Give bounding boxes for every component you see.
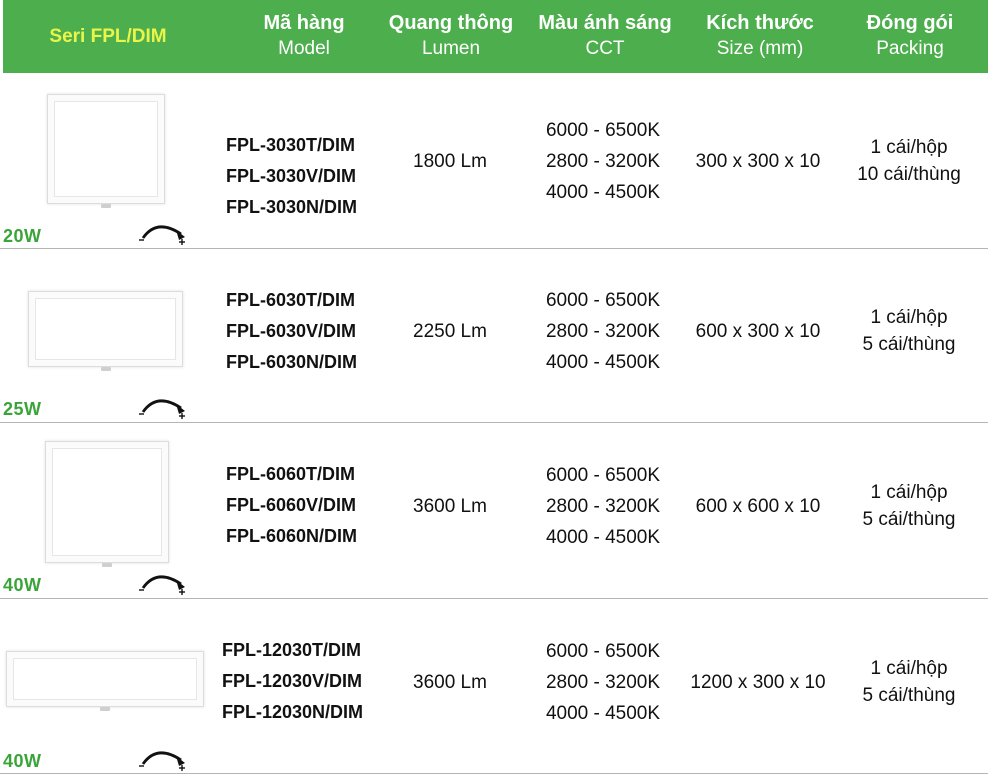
panel-image-6060 <box>45 441 169 567</box>
watt-label: 25W <box>3 399 42 419</box>
cct-value: 4000 - 4500K <box>545 703 661 724</box>
model-code: FPL-6060V/DIM <box>226 495 357 515</box>
size-value: 600 x 600 x 10 <box>695 496 821 517</box>
cct-value: 6000 - 6500K <box>545 465 661 486</box>
cct-value: 4000 - 4500K <box>545 352 661 373</box>
packing-line: 10 cái/thùng <box>857 164 961 185</box>
lumen-value: 3600 Lm <box>413 672 487 693</box>
size-value: 1200 x 300 x 10 <box>690 672 826 693</box>
packing-line: 5 cái/thùng <box>862 334 956 355</box>
cct-value: 2800 - 3200K <box>545 496 661 517</box>
cct-value: 4000 - 4500K <box>545 527 661 548</box>
cct-value: 4000 - 4500K <box>545 182 661 203</box>
header-packing-en: Packing <box>876 38 944 59</box>
header-cct-vi: Màu ánh sáng <box>538 12 672 34</box>
header-size: Kích thước Size (mm) <box>695 10 825 62</box>
header-cct-en: CCT <box>585 38 625 59</box>
cct-list: 6000 - 6500K 2800 - 3200K 4000 - 4500K <box>528 460 678 553</box>
model-list: FPL-3030T/DIM FPL-3030V/DIM FPL-3030N/DI… <box>226 130 357 223</box>
model-list: FPL-6030T/DIM FPL-6030V/DIM FPL-6030N/DI… <box>226 285 357 378</box>
model-code: FPL-6030V/DIM <box>226 321 357 341</box>
row-divider <box>0 598 988 599</box>
model-code: FPL-6030N/DIM <box>226 352 358 372</box>
cct-value: 6000 - 6500K <box>545 290 661 311</box>
panel-image-6030 <box>28 291 183 371</box>
packing-info: 1 cái/hộp 5 cái/thùng <box>838 479 980 533</box>
header-lumen-en: Lumen <box>421 38 481 59</box>
model-code: FPL-12030T/DIM <box>222 640 362 660</box>
watt-label: 40W <box>3 751 42 771</box>
packing-info: 1 cái/hộp 5 cái/thùng <box>838 304 980 358</box>
model-code: FPL-12030V/DIM <box>222 671 363 691</box>
header-model-en: Model <box>278 38 330 59</box>
size-value: 300 x 300 x 10 <box>695 151 821 172</box>
header-lumen: Quang thông Lumen <box>381 10 521 62</box>
packing-info: 1 cái/hộp 10 cái/thùng <box>838 134 980 188</box>
packing-line: 5 cái/thùng <box>862 509 956 530</box>
header-packing-vi: Đóng gói <box>866 12 954 34</box>
cct-list: 6000 - 6500K 2800 - 3200K 4000 - 4500K <box>528 636 678 729</box>
dimmer-icon <box>139 225 185 245</box>
header-lumen-vi: Quang thông <box>388 12 514 34</box>
lumen-value: 1800 Lm <box>413 151 487 172</box>
cct-value: 2800 - 3200K <box>545 151 661 172</box>
cct-list: 6000 - 6500K 2800 - 3200K 4000 - 4500K <box>528 115 678 208</box>
row-divider <box>0 422 988 423</box>
panel-image-3030 <box>47 94 165 208</box>
packing-line: 1 cái/hộp <box>870 137 948 158</box>
table-header: Seri FPL/DIM Mã hàng Model Quang thông L… <box>3 0 988 73</box>
row-divider <box>0 773 988 774</box>
packing-line: 5 cái/thùng <box>862 685 956 706</box>
cct-value: 2800 - 3200K <box>545 321 661 342</box>
header-cct: Màu ánh sáng CCT <box>530 10 680 62</box>
header-model: Mã hàng Model <box>239 10 369 62</box>
watt-label: 20W <box>3 226 42 246</box>
header-size-en: Size (mm) <box>716 38 804 59</box>
series-title: Seri FPL/DIM <box>49 25 167 47</box>
cct-value: 6000 - 6500K <box>545 120 661 141</box>
cct-list: 6000 - 6500K 2800 - 3200K 4000 - 4500K <box>528 285 678 378</box>
row-divider <box>0 248 988 249</box>
packing-line: 1 cái/hộp <box>870 658 948 679</box>
dimmer-icon <box>139 575 185 595</box>
model-code: FPL-6060T/DIM <box>226 464 356 484</box>
watt-label: 40W <box>3 575 42 595</box>
header-size-vi: Kích thước <box>706 12 814 34</box>
model-code: FPL-3030T/DIM <box>226 135 356 155</box>
size-value: 600 x 300 x 10 <box>695 321 821 342</box>
model-list: FPL-6060T/DIM FPL-6060V/DIM FPL-6060N/DI… <box>226 459 357 552</box>
model-code: FPL-3030N/DIM <box>226 197 358 217</box>
model-code: FPL-6060N/DIM <box>226 526 358 546</box>
packing-line: 1 cái/hộp <box>870 307 948 328</box>
model-list: FPL-12030T/DIM FPL-12030V/DIM FPL-12030N… <box>222 635 363 728</box>
header-model-vi: Mã hàng <box>263 12 345 34</box>
panel-image-12030 <box>6 651 204 711</box>
model-code: FPL-3030V/DIM <box>226 166 357 186</box>
packing-info: 1 cái/hộp 5 cái/thùng <box>838 655 980 709</box>
dimmer-icon <box>139 751 185 771</box>
packing-line: 1 cái/hộp <box>870 482 948 503</box>
model-code: FPL-6030T/DIM <box>226 290 356 310</box>
model-code: FPL-12030N/DIM <box>222 702 364 722</box>
cct-value: 6000 - 6500K <box>545 641 661 662</box>
header-packing: Đóng gói Packing <box>845 10 975 62</box>
lumen-value: 2250 Lm <box>413 321 487 342</box>
lumen-value: 3600 Lm <box>413 496 487 517</box>
dimmer-icon <box>139 399 185 419</box>
cct-value: 2800 - 3200K <box>545 672 661 693</box>
